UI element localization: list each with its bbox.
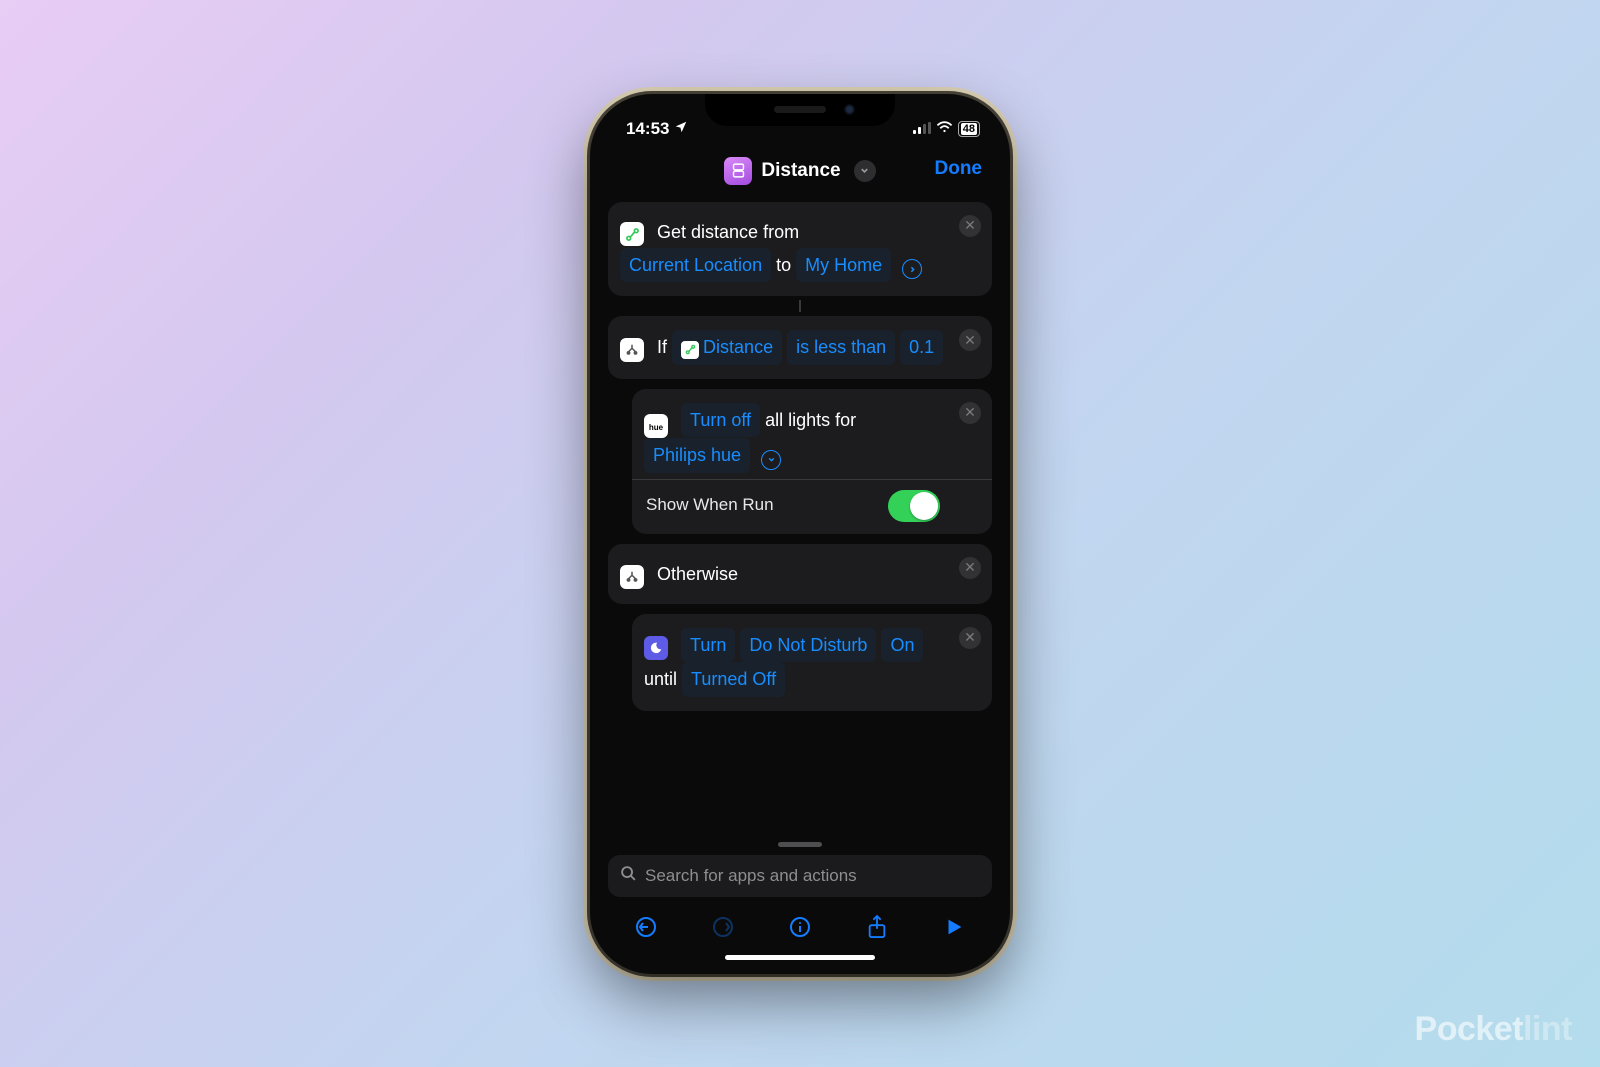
action-dnd[interactable]: ✕ Turn Do Not Disturb On until Turned Of… — [632, 614, 992, 711]
action-if[interactable]: ✕ If Distance is less than 0.1 — [608, 316, 992, 378]
param-state[interactable]: On — [881, 628, 923, 662]
search-input[interactable]: Search for apps and actions — [608, 855, 992, 897]
shortcut-title[interactable]: Distance — [724, 157, 875, 185]
share-button[interactable] — [861, 911, 893, 943]
redo-button[interactable] — [707, 911, 739, 943]
undo-button[interactable] — [630, 911, 662, 943]
play-button[interactable] — [938, 911, 970, 943]
branch-icon — [620, 565, 644, 589]
chevron-down-icon[interactable] — [854, 160, 876, 182]
search-icon — [620, 865, 637, 887]
param-focus-mode[interactable]: Do Not Disturb — [740, 628, 876, 662]
home-indicator[interactable] — [725, 955, 875, 960]
connector-line — [799, 300, 801, 312]
wifi-icon — [936, 119, 953, 139]
param-hue-target[interactable]: Philips hue — [644, 438, 750, 472]
route-icon — [620, 222, 644, 246]
hue-app-icon: hue — [644, 414, 668, 438]
toolbar — [608, 897, 992, 945]
param-value[interactable]: 0.1 — [900, 330, 943, 364]
branch-icon — [620, 338, 644, 362]
action-turn-off-lights[interactable]: ✕ hue Turn off all lights for Philips hu… — [632, 389, 992, 534]
toggle-label: Show When Run — [646, 490, 774, 521]
route-icon — [681, 341, 699, 359]
bottom-sheet: Search for apps and actions — [602, 836, 998, 960]
action-get-distance[interactable]: ✕ Get distance from Current Location to … — [608, 202, 992, 297]
phone-frame: 14:53 48 Distance Don — [590, 94, 1010, 974]
location-arrow-icon — [674, 119, 688, 139]
chevron-down-icon[interactable] — [761, 450, 781, 470]
param-from-location[interactable]: Current Location — [620, 248, 771, 282]
nav-bar: Distance Done — [602, 142, 998, 196]
param-turn-off[interactable]: Turn off — [681, 403, 760, 437]
close-icon[interactable]: ✕ — [959, 329, 981, 351]
param-condition[interactable]: is less than — [787, 330, 895, 364]
close-icon[interactable]: ✕ — [959, 215, 981, 237]
param-to-location[interactable]: My Home — [796, 248, 891, 282]
param-if-variable[interactable]: Distance — [672, 330, 782, 364]
close-icon[interactable]: ✕ — [959, 557, 981, 579]
param-until[interactable]: Turned Off — [682, 662, 785, 696]
watermark: Pocketlint — [1415, 1010, 1572, 1049]
shortcut-app-icon — [724, 157, 752, 185]
action-otherwise[interactable]: ✕ Otherwise — [608, 544, 992, 604]
disclosure-icon[interactable] — [902, 259, 922, 279]
info-button[interactable] — [784, 911, 816, 943]
param-turn[interactable]: Turn — [681, 628, 735, 662]
drag-handle[interactable] — [778, 842, 822, 847]
notch — [705, 94, 895, 126]
actions-list: ✕ Get distance from Current Location to … — [602, 196, 998, 836]
cell-signal-icon — [913, 119, 931, 139]
close-icon[interactable]: ✕ — [959, 402, 981, 424]
moon-icon — [644, 636, 668, 660]
close-icon[interactable]: ✕ — [959, 627, 981, 649]
show-when-run-toggle[interactable] — [888, 490, 940, 522]
status-time: 14:53 — [626, 119, 669, 139]
done-button[interactable]: Done — [935, 158, 983, 180]
battery-icon: 48 — [958, 121, 980, 137]
